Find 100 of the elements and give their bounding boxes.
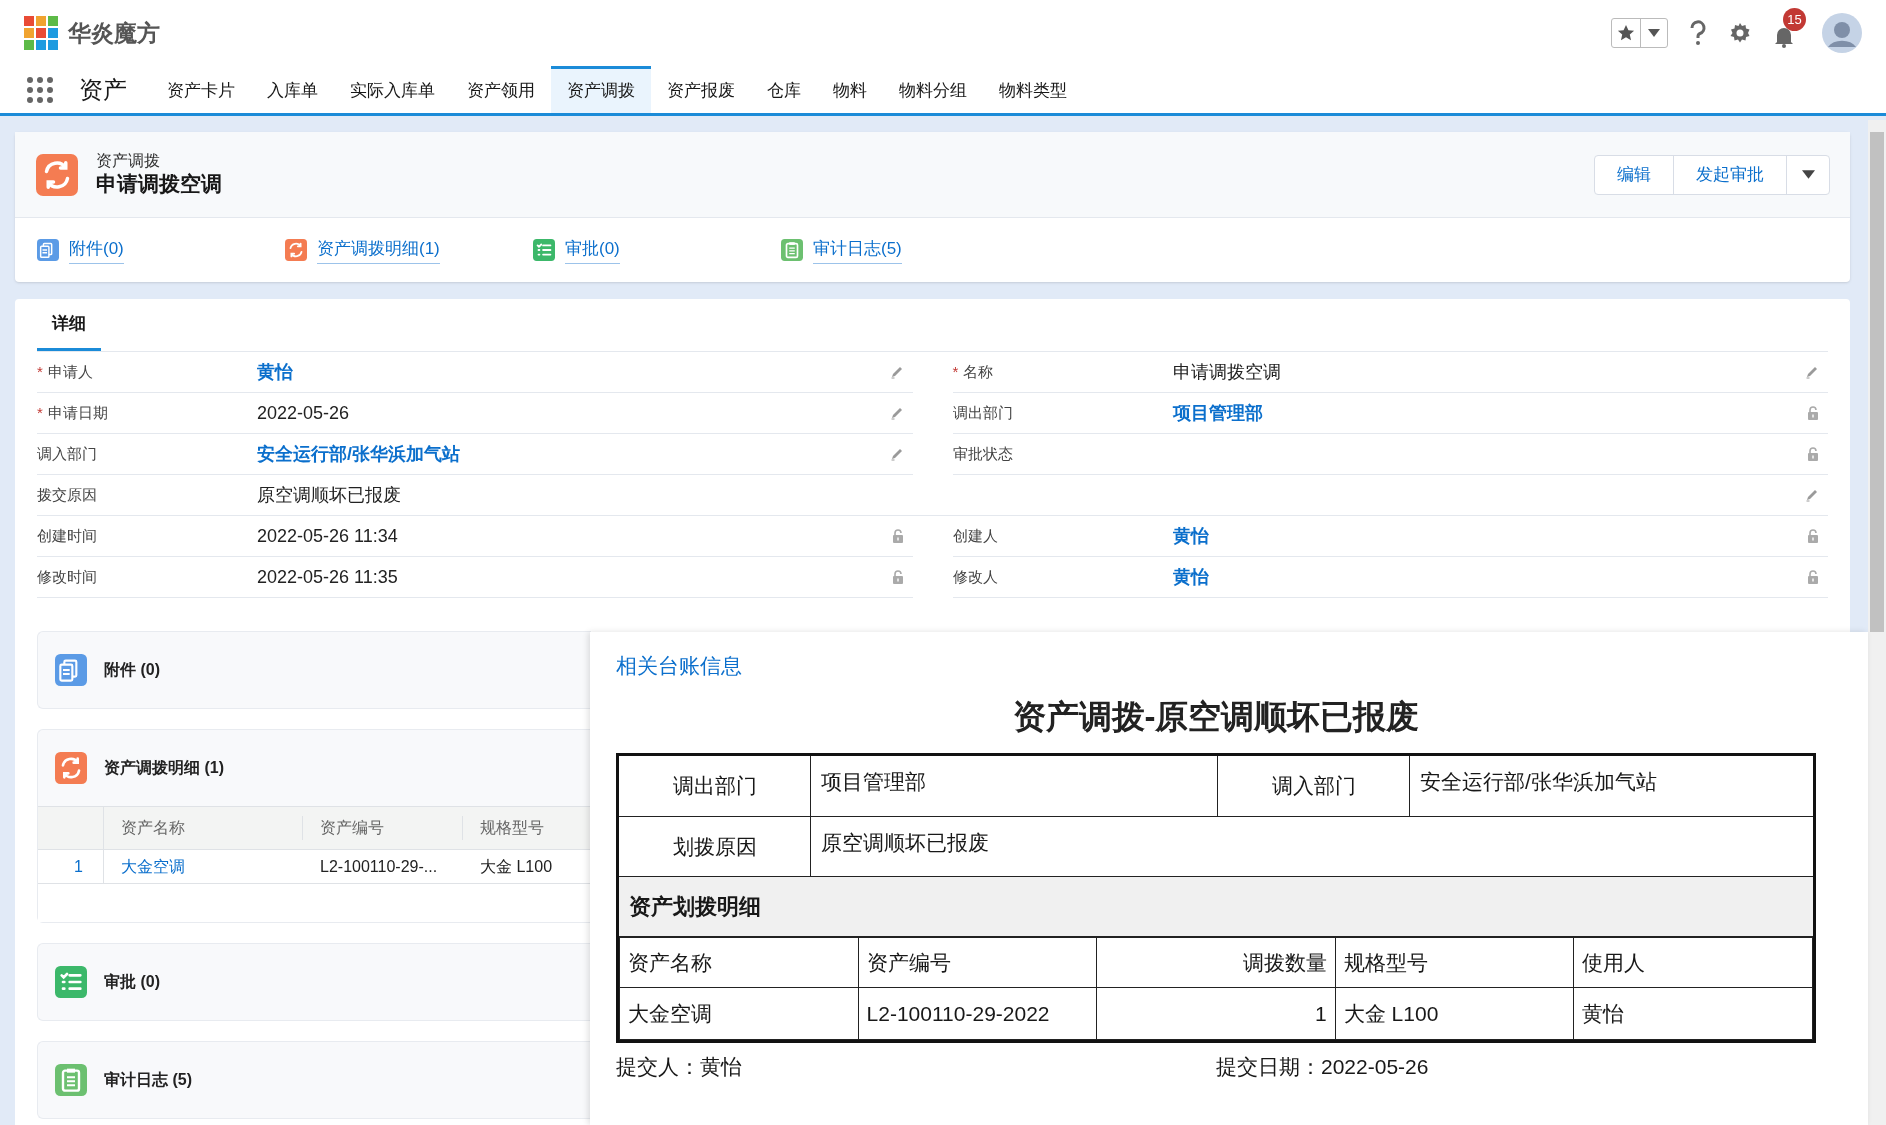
nav-tab[interactable]: 物料类型: [983, 66, 1083, 113]
swap-arrows-icon: [55, 752, 87, 784]
ledger-title: 资产调拨-原空调顺坏已报废: [1012, 697, 1420, 735]
app-name: 华炎魔方: [68, 18, 160, 48]
action-button[interactable]: 发起审批: [1674, 155, 1787, 194]
field-value: 2022-05-26: [257, 401, 350, 425]
nav-tab[interactable]: 资产报废: [651, 66, 751, 113]
table-link[interactable]: 大金空调: [104, 854, 303, 879]
table-header-cell: 使用人: [1573, 937, 1813, 988]
clipboard-icon: [55, 1064, 87, 1096]
caret-icon: [1648, 29, 1660, 37]
field-label: 修改人: [952, 566, 998, 587]
lock-icon: [1806, 405, 1820, 421]
related-link[interactable]: 资产调拨明细(1): [317, 235, 440, 265]
table-cell: 黄怡: [1573, 987, 1813, 1040]
scrollbar[interactable]: [1868, 120, 1886, 1125]
field-label: 调入部门: [37, 443, 97, 464]
star-icon: [1617, 24, 1635, 42]
required-mark: *: [37, 361, 43, 382]
submit-date-text: 提交日期：2022-05-26: [1216, 1054, 1429, 1080]
table-cell-text: 大金 L100: [479, 856, 554, 877]
field-value: 2022-05-26 11:34: [257, 524, 398, 548]
field-link[interactable]: 安全运行部/张华浜加气站: [257, 440, 460, 468]
app-launcher-icon[interactable]: [26, 75, 54, 104]
field-label: 创建人: [952, 525, 998, 546]
field-label: 申请日期: [47, 402, 108, 423]
lock-icon: [1806, 569, 1820, 585]
help-icon[interactable]: [1688, 20, 1708, 46]
logo-icon: [24, 16, 58, 50]
nav-tab[interactable]: 资产领用: [451, 66, 551, 113]
related-list-title: 审批 (0): [104, 972, 160, 992]
nav-tab[interactable]: 入库单: [251, 66, 334, 113]
column-header[interactable]: 资产编号: [303, 816, 463, 840]
table-cell: 大金空调: [619, 987, 859, 1040]
lock-icon: [1806, 446, 1820, 462]
related-link[interactable]: 审计日志(5): [813, 235, 902, 265]
settings-icon[interactable]: [1728, 21, 1752, 45]
caret-icon: [1801, 170, 1815, 179]
nav-tab[interactable]: 物料: [817, 66, 883, 113]
lock-icon: [890, 528, 905, 544]
nav-tab[interactable]: 实际入库单: [334, 66, 451, 113]
pencil-icon[interactable]: [1804, 487, 1820, 503]
related-list-title: 附件 (0): [104, 660, 160, 680]
related-link[interactable]: 附件(0): [69, 235, 124, 265]
field-link[interactable]: 项目管理部: [1172, 399, 1263, 427]
table-cell: 调出部门: [617, 754, 811, 817]
field-value: 原空调顺坏已报废: [257, 483, 401, 507]
field-link[interactable]: 黄怡: [1172, 563, 1209, 591]
field-label: 名称: [963, 361, 994, 382]
field-link[interactable]: 黄怡: [1172, 522, 1209, 550]
column-header[interactable]: 资产名称: [104, 816, 303, 840]
favorites-button[interactable]: [1611, 18, 1668, 48]
table-cell: 划拨原因: [617, 816, 811, 877]
swap-arrows-icon: [36, 153, 78, 196]
action-button[interactable]: 编辑: [1595, 155, 1674, 194]
app-title: 资产: [79, 74, 127, 105]
document-icon: [37, 239, 59, 261]
nav-tab[interactable]: 仓库: [751, 66, 817, 113]
document-icon: [55, 654, 87, 686]
related-list-title: 资产调拨明细 (1): [104, 758, 224, 778]
swap-arrows-icon: [285, 239, 307, 261]
checklist-icon: [533, 239, 555, 261]
column-header[interactable]: 规格型号: [463, 816, 591, 840]
lock-icon: [890, 569, 905, 585]
field-label: 修改时间: [37, 566, 97, 587]
details-tab[interactable]: 详细: [37, 299, 101, 351]
table-cell: L2-100110-29-2022: [858, 987, 1097, 1040]
table-cell-text: L2-100110-29-...: [319, 856, 439, 877]
related-link[interactable]: 审批(0): [565, 235, 620, 265]
clipboard-icon: [781, 239, 803, 261]
table-cell: 大金 L100: [1335, 987, 1574, 1040]
pencil-icon[interactable]: [1804, 364, 1820, 380]
table-header-cell: 资产编号: [858, 937, 1097, 988]
checklist-icon: [55, 966, 87, 998]
table-header-cell: 调拨数量: [1096, 937, 1336, 988]
field-label: 拨交原因: [37, 484, 97, 505]
table-cell: 项目管理部: [810, 754, 1218, 817]
required-mark: *: [37, 402, 43, 423]
nav-tab[interactable]: 资产调拨: [551, 66, 651, 113]
record-type: 资产调拨: [96, 151, 161, 172]
nav-tab[interactable]: 资产卡片: [151, 66, 251, 113]
field-label: 审批状态: [952, 443, 1013, 464]
ledger-link[interactable]: 相关台账信息: [616, 654, 742, 677]
row-number: 1: [38, 850, 104, 883]
submitter-text: 提交人：黄怡: [616, 1054, 743, 1080]
notification-badge: 15: [1783, 8, 1806, 31]
field-value: 2022-05-26 11:35: [257, 565, 398, 589]
field-value: 申请调拨空调: [1172, 360, 1281, 384]
field-label: 申请人: [47, 361, 93, 382]
nav-tab[interactable]: 物料分组: [883, 66, 983, 113]
table-header-cell: 资产名称: [619, 937, 859, 988]
table-cell: 1: [1096, 987, 1336, 1040]
table-header-cell: 规格型号: [1335, 937, 1574, 988]
field-link[interactable]: 黄怡: [257, 358, 293, 386]
record-title: 申请调拨空调: [96, 171, 222, 198]
field-label: 创建时间: [37, 525, 97, 546]
avatar[interactable]: [1822, 13, 1862, 53]
lock-icon: [1806, 528, 1820, 544]
field-label: 调出部门: [952, 402, 1013, 423]
related-list-title: 审计日志 (5): [104, 1070, 192, 1090]
